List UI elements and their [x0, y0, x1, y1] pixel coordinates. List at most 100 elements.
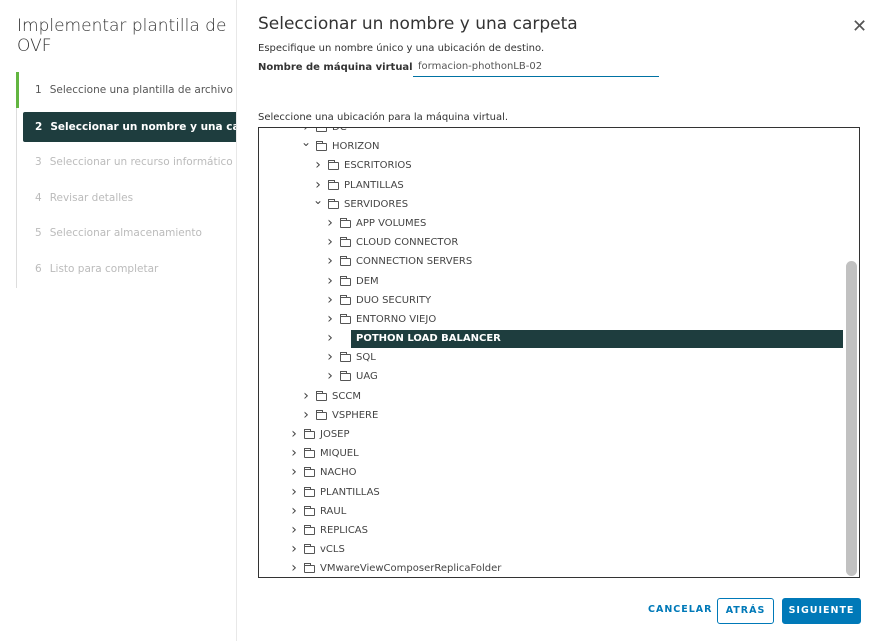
tree-node[interactable]: › VMwareViewComposerReplicaFolder: [259, 559, 843, 577]
step-6: 6 Listo para completar: [23, 254, 236, 284]
close-icon[interactable]: ✕: [852, 18, 867, 36]
tree-node-label: POTHON LOAD BALANCER: [356, 333, 501, 345]
wizard-sidebar: Implementar plantilla de OVF 1 Seleccione…: [0, 0, 237, 641]
chevron-down-icon[interactable]: ⌄: [301, 133, 311, 152]
tree-node[interactable]: › RAUL: [259, 502, 843, 521]
completed-step-indicator: [16, 72, 19, 108]
chevron-right-icon[interactable]: ›: [325, 214, 335, 233]
chevron-right-icon[interactable]: ›: [325, 252, 335, 271]
tree-node-label: CLOUD CONNECTOR: [356, 237, 459, 249]
folder-icon: [340, 333, 351, 344]
folder-icon: [304, 467, 315, 478]
chevron-right-icon[interactable]: ›: [325, 272, 335, 291]
tree-node[interactable]: › ENTORNO VIEJO: [259, 310, 843, 329]
tree-node[interactable]: ⌄ HORIZON: [259, 135, 843, 156]
step-number: 6: [35, 263, 42, 275]
step-label: Seleccione una plantilla de archivo OVF: [49, 84, 237, 96]
tree-node-label: UAG: [356, 371, 378, 383]
next-button[interactable]: SIGUIENTE: [782, 598, 861, 624]
tree-node-label: ESCRITORIOS: [344, 160, 412, 172]
step-label: Seleccionar un nombre y una carpeta: [50, 121, 236, 133]
chevron-right-icon[interactable]: ›: [289, 502, 299, 521]
cancel-button[interactable]: CANCELAR: [648, 598, 711, 624]
tree-node-label: DC: [332, 127, 347, 133]
chevron-right-icon[interactable]: ›: [325, 329, 335, 348]
tree-node-label: VSPHERE: [332, 409, 379, 421]
folder-icon: [304, 486, 315, 497]
tree-node-label: SCCM: [332, 390, 361, 402]
chevron-right-icon[interactable]: ›: [289, 463, 299, 482]
step-number: 4: [35, 192, 42, 204]
chevron-right-icon[interactable]: ›: [289, 483, 299, 502]
folder-icon: [304, 505, 315, 516]
step-label: Revisar detalles: [49, 192, 134, 204]
tree-node[interactable]: ⌄ SERVIDORES: [259, 193, 843, 214]
chevron-right-icon[interactable]: ›: [289, 521, 299, 540]
tree-node[interactable]: › SCCM: [259, 387, 843, 406]
folder-icon: [340, 217, 351, 228]
tree-node[interactable]: › PLANTILLAS: [259, 176, 843, 195]
vm-name-input[interactable]: [413, 57, 659, 77]
wizard-steps: 1 Seleccione una plantilla de archivo OVF…: [16, 72, 237, 288]
tree-node[interactable]: › CONNECTION SERVERS: [259, 252, 843, 271]
chevron-right-icon[interactable]: ›: [301, 387, 311, 406]
chevron-right-icon[interactable]: ›: [289, 444, 299, 463]
folder-tree: › DC ⌄ HORIZON › ESCRITORIOS › PLANTILLAS ⌄ SERVI…: [258, 127, 860, 578]
tree-node[interactable]: › PLANTILLAS: [259, 483, 843, 502]
tree-node[interactable]: › JOSEP: [259, 425, 843, 444]
tree-node-label: PLANTILLAS: [320, 486, 380, 498]
tree-node-label: RAUL: [320, 505, 347, 517]
tree-node[interactable]: › NACHO: [259, 463, 843, 482]
tree-node[interactable]: › ESCRITORIOS: [259, 156, 843, 175]
tree-node[interactable]: › POTHON LOAD BALANCER: [259, 329, 843, 349]
tree-node[interactable]: › APP VOLUMES: [259, 214, 843, 233]
location-label: Seleccione una ubicación para la máquina…: [258, 112, 509, 123]
step-number: 5: [35, 227, 42, 239]
folder-icon: [304, 524, 315, 535]
chevron-right-icon[interactable]: ›: [325, 348, 335, 367]
back-button[interactable]: ATRÁS: [717, 598, 774, 624]
chevron-right-icon[interactable]: ›: [325, 367, 335, 386]
folder-icon: [304, 544, 315, 555]
tree-node[interactable]: › DEM: [259, 272, 843, 291]
tree-node[interactable]: › DC: [259, 127, 843, 137]
folder-icon: [328, 198, 339, 209]
tree-node[interactable]: › VSPHERE: [259, 406, 843, 425]
tree-node[interactable]: › CLOUD CONNECTOR: [259, 233, 843, 252]
tree-node[interactable]: › vCLS: [259, 540, 843, 559]
step-1[interactable]: 1 Seleccione una plantilla de archivo OVF: [23, 75, 237, 105]
chevron-right-icon[interactable]: ›: [325, 233, 335, 252]
page-description: Especifique un nombre único y una ubicac…: [258, 43, 545, 54]
folder-icon: [340, 275, 351, 286]
chevron-down-icon[interactable]: ⌄: [313, 191, 323, 210]
step-label: Listo para completar: [49, 263, 159, 275]
chevron-right-icon[interactable]: ›: [301, 406, 311, 425]
folder-icon: [340, 237, 351, 248]
chevron-right-icon[interactable]: ›: [289, 559, 299, 577]
tree-node-label: MIQUEL: [320, 448, 359, 460]
tree-node-label: VMwareViewComposerReplicaFolder: [320, 563, 502, 575]
tree-node[interactable]: › MIQUEL: [259, 444, 843, 463]
step-number: 1: [35, 84, 42, 96]
folder-icon: [328, 179, 339, 190]
step-4: 4 Revisar detalles: [23, 183, 236, 213]
folder-icon: [340, 313, 351, 324]
tree-node-label: SERVIDORES: [344, 198, 409, 210]
chevron-right-icon[interactable]: ›: [325, 291, 335, 310]
tree-node[interactable]: › REPLICAS: [259, 521, 843, 540]
chevron-right-icon[interactable]: ›: [313, 156, 323, 175]
tree-node-label: DEM: [356, 275, 379, 287]
tree-node[interactable]: › UAG: [259, 367, 843, 386]
chevron-right-icon[interactable]: ›: [289, 425, 299, 444]
step-2[interactable]: 2 Seleccionar un nombre y una carpeta: [23, 112, 236, 142]
folder-icon: [304, 429, 315, 439]
scrollbar[interactable]: [846, 261, 857, 576]
tree-node[interactable]: › DUO SECURITY: [259, 291, 843, 310]
folder-icon: [304, 563, 315, 574]
step-3: 3 Seleccionar un recurso informático: [23, 147, 236, 177]
step-number: 2: [35, 121, 43, 133]
tree-node[interactable]: › SQL: [259, 348, 843, 367]
chevron-right-icon[interactable]: ›: [289, 540, 299, 559]
chevron-right-icon[interactable]: ›: [325, 310, 335, 329]
tree-node-label: vCLS: [320, 544, 345, 556]
